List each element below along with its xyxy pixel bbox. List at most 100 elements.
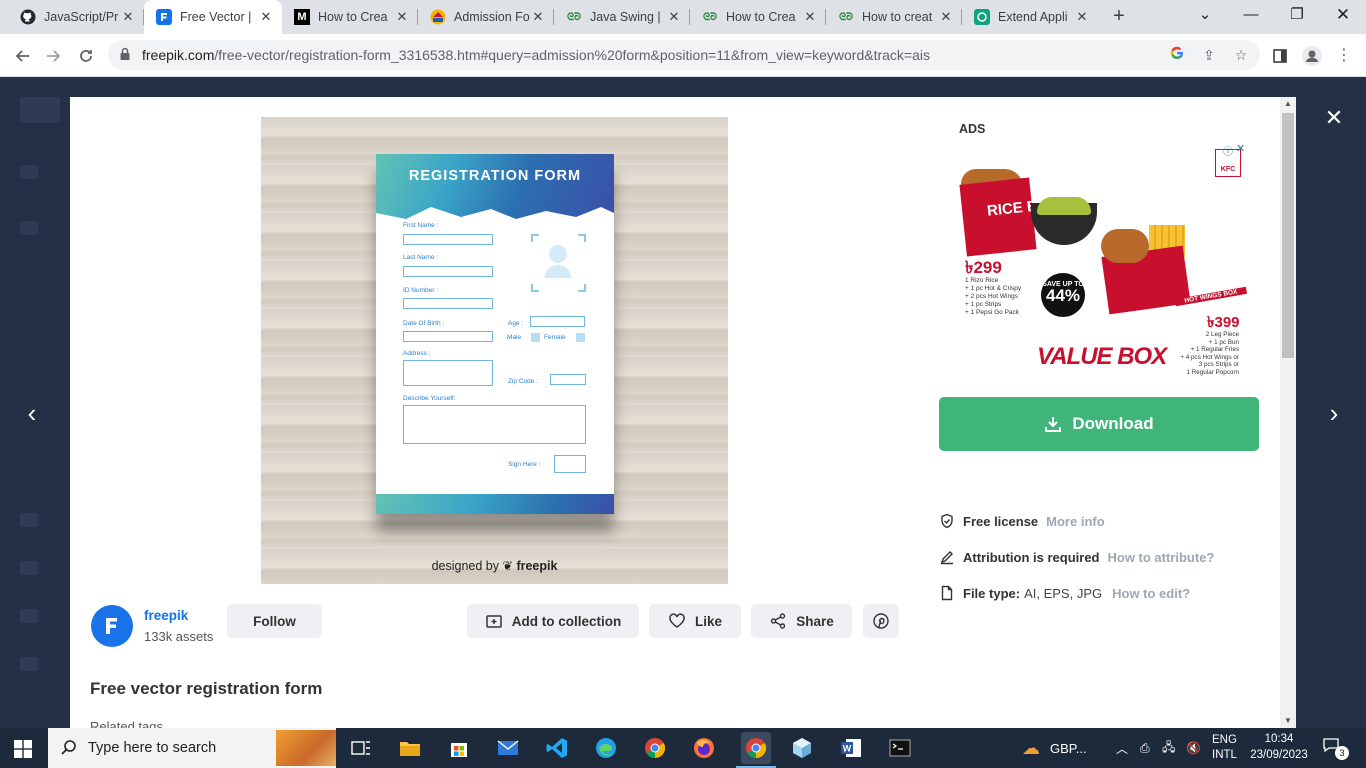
tab-title: How to Crea <box>318 10 388 24</box>
windows-start-icon[interactable] <box>14 740 32 758</box>
kfc-advertisement[interactable]: RICE BOX ৳299 1 Rizo Rice + 1 pc Hot & Cr… <box>949 141 1249 377</box>
svg-text:W: W <box>843 744 852 754</box>
author-name-link[interactable]: freepik <box>144 608 188 623</box>
more-menu-icon[interactable]: ⋮ <box>1330 42 1358 70</box>
ad-close-icon[interactable]: ✕ <box>1236 142 1245 155</box>
edge-icon[interactable] <box>594 736 618 760</box>
language-indicator[interactable]: ENG INTL <box>1212 728 1237 768</box>
fried-chicken-image <box>1101 229 1149 263</box>
chrome-active-icon[interactable] <box>736 732 776 768</box>
terminal-icon[interactable] <box>888 736 912 760</box>
side-panel-icon[interactable] <box>1266 42 1294 70</box>
how-to-attribute-link[interactable]: How to attribute? <box>1108 550 1215 565</box>
bowl-image <box>1031 197 1097 245</box>
freepik-icon <box>156 9 172 25</box>
tab-java-swing[interactable]: ᘓᘐ Java Swing | ✕ <box>554 0 690 34</box>
like-button[interactable]: Like <box>649 604 741 638</box>
save-badge: SAVE UP TO 44% <box>1041 273 1085 317</box>
share-page-icon[interactable]: ⇪ <box>1200 46 1218 64</box>
male-checkbox <box>531 333 540 342</box>
tab-admission[interactable]: Admission Fo ✕ <box>418 0 554 34</box>
close-tab-icon[interactable]: ✕ <box>802 9 818 25</box>
system-clock[interactable]: 10:34 23/09/2023 <box>1250 731 1308 763</box>
search-icon <box>61 740 76 755</box>
google-icon[interactable] <box>1168 46 1186 64</box>
bookmark-star-icon[interactable]: ☆ <box>1232 46 1250 64</box>
microsoft-store-icon[interactable] <box>447 736 471 760</box>
pinterest-button[interactable] <box>863 604 899 638</box>
back-button[interactable] <box>8 42 36 70</box>
tab-how-to-create[interactable]: ᘓᘐ How to Crea ✕ <box>690 0 826 34</box>
notification-count-badge: 3 <box>1335 746 1349 760</box>
how-to-edit-link[interactable]: How to edit? <box>1112 586 1190 601</box>
medium-icon: M <box>294 9 310 25</box>
netbeans-icon[interactable] <box>790 736 814 760</box>
volume-muted-icon[interactable]: 🔇 <box>1186 728 1201 768</box>
close-modal-icon[interactable]: ✕ <box>1322 106 1346 130</box>
taskbar-search-box[interactable]: Type here to search <box>48 728 336 768</box>
more-info-link[interactable]: More info <box>1046 514 1105 529</box>
reload-button[interactable] <box>72 42 100 70</box>
tab-title: Java Swing | <box>590 10 661 24</box>
close-tab-icon[interactable]: ✕ <box>258 9 274 25</box>
value-box-items: 2 Leg Piece + 1 pc Bun + 1 Regular Fries + … <box>1180 331 1239 376</box>
forward-button[interactable] <box>40 42 68 70</box>
profile-avatar-icon[interactable] <box>1298 42 1326 70</box>
sign-box <box>554 455 586 473</box>
tab-chatgpt[interactable]: Extend Appli ✕ <box>962 0 1098 34</box>
previous-arrow-icon[interactable]: ‹ <box>20 400 44 426</box>
scroll-up-icon[interactable]: ▲ <box>1280 97 1296 111</box>
last-name-box <box>403 266 493 277</box>
modal-scrollbar[interactable]: ▲ ▼ <box>1280 97 1296 728</box>
add-collection-icon <box>486 615 502 628</box>
network-icon[interactable]: 🖧 <box>1162 728 1175 768</box>
word-icon[interactable]: W <box>839 736 863 760</box>
scroll-down-icon[interactable]: ▼ <box>1280 714 1296 728</box>
notification-center-icon[interactable]: 3 <box>1323 738 1349 760</box>
ads-label: ADS <box>959 122 986 136</box>
address-bar[interactable]: freepik.com/free-vector/registration-for… <box>108 40 1260 70</box>
close-tab-icon[interactable]: ✕ <box>1074 9 1090 25</box>
author-avatar[interactable] <box>91 605 133 647</box>
close-tab-icon[interactable]: ✕ <box>666 9 682 25</box>
close-window-button[interactable]: ✕ <box>1320 0 1366 34</box>
tab-freepik[interactable]: Free Vector | ✕ <box>144 0 282 34</box>
weather-widget[interactable]: ☁ GBP... <box>1022 728 1087 768</box>
close-tab-icon[interactable]: ✕ <box>530 9 546 25</box>
tab-github[interactable]: JavaScript/Pr ✕ <box>8 0 144 34</box>
chrome-icon[interactable] <box>643 736 667 760</box>
first-name-box <box>403 234 493 245</box>
download-icon <box>1045 417 1062 432</box>
lock-icon <box>120 47 130 61</box>
first-name-label: First Name : <box>403 222 439 229</box>
preview-image[interactable]: REGISTRATION FORM First Name : Last Name… <box>261 117 728 584</box>
firefox-icon[interactable] <box>692 736 716 760</box>
meet-now-icon[interactable]: ⎙ <box>1140 728 1150 768</box>
tab-title: How to Crea <box>726 10 796 24</box>
tab-how-to-create-2[interactable]: ᘓᘐ How to creat ✕ <box>826 0 962 34</box>
maximize-button[interactable]: ❐ <box>1274 0 1320 34</box>
mail-icon[interactable] <box>496 736 520 760</box>
filetype-info: File type: AI, EPS, JPG How to edit? <box>939 583 1190 603</box>
follow-button[interactable]: Follow <box>227 604 322 638</box>
address-label: Address : <box>403 350 431 357</box>
file-explorer-icon[interactable] <box>398 736 422 760</box>
task-view-icon[interactable] <box>349 736 373 760</box>
adchoices-icon[interactable]: ⓘ <box>1223 143 1233 158</box>
share-button[interactable]: Share <box>751 604 852 638</box>
describe-label: Describe Yourself: <box>403 395 456 402</box>
scrollbar-thumb[interactable] <box>1282 113 1294 358</box>
add-to-collection-button[interactable]: Add to collection <box>467 604 639 638</box>
close-tab-icon[interactable]: ✕ <box>120 9 136 25</box>
tab-medium[interactable]: M How to Crea ✕ <box>282 0 418 34</box>
page-title: Free vector registration form <box>90 679 323 698</box>
close-tab-icon[interactable]: ✕ <box>394 9 410 25</box>
show-hidden-icons-icon[interactable]: ︿ <box>1116 728 1128 768</box>
tab-search-chevron-icon[interactable]: ⌄ <box>1182 0 1228 34</box>
new-tab-button[interactable]: + <box>1108 5 1130 27</box>
minimize-button[interactable]: — <box>1228 0 1274 34</box>
vscode-icon[interactable] <box>545 736 569 760</box>
download-button[interactable]: Download <box>939 397 1259 451</box>
next-arrow-icon[interactable]: › <box>1322 400 1346 426</box>
close-tab-icon[interactable]: ✕ <box>938 9 954 25</box>
